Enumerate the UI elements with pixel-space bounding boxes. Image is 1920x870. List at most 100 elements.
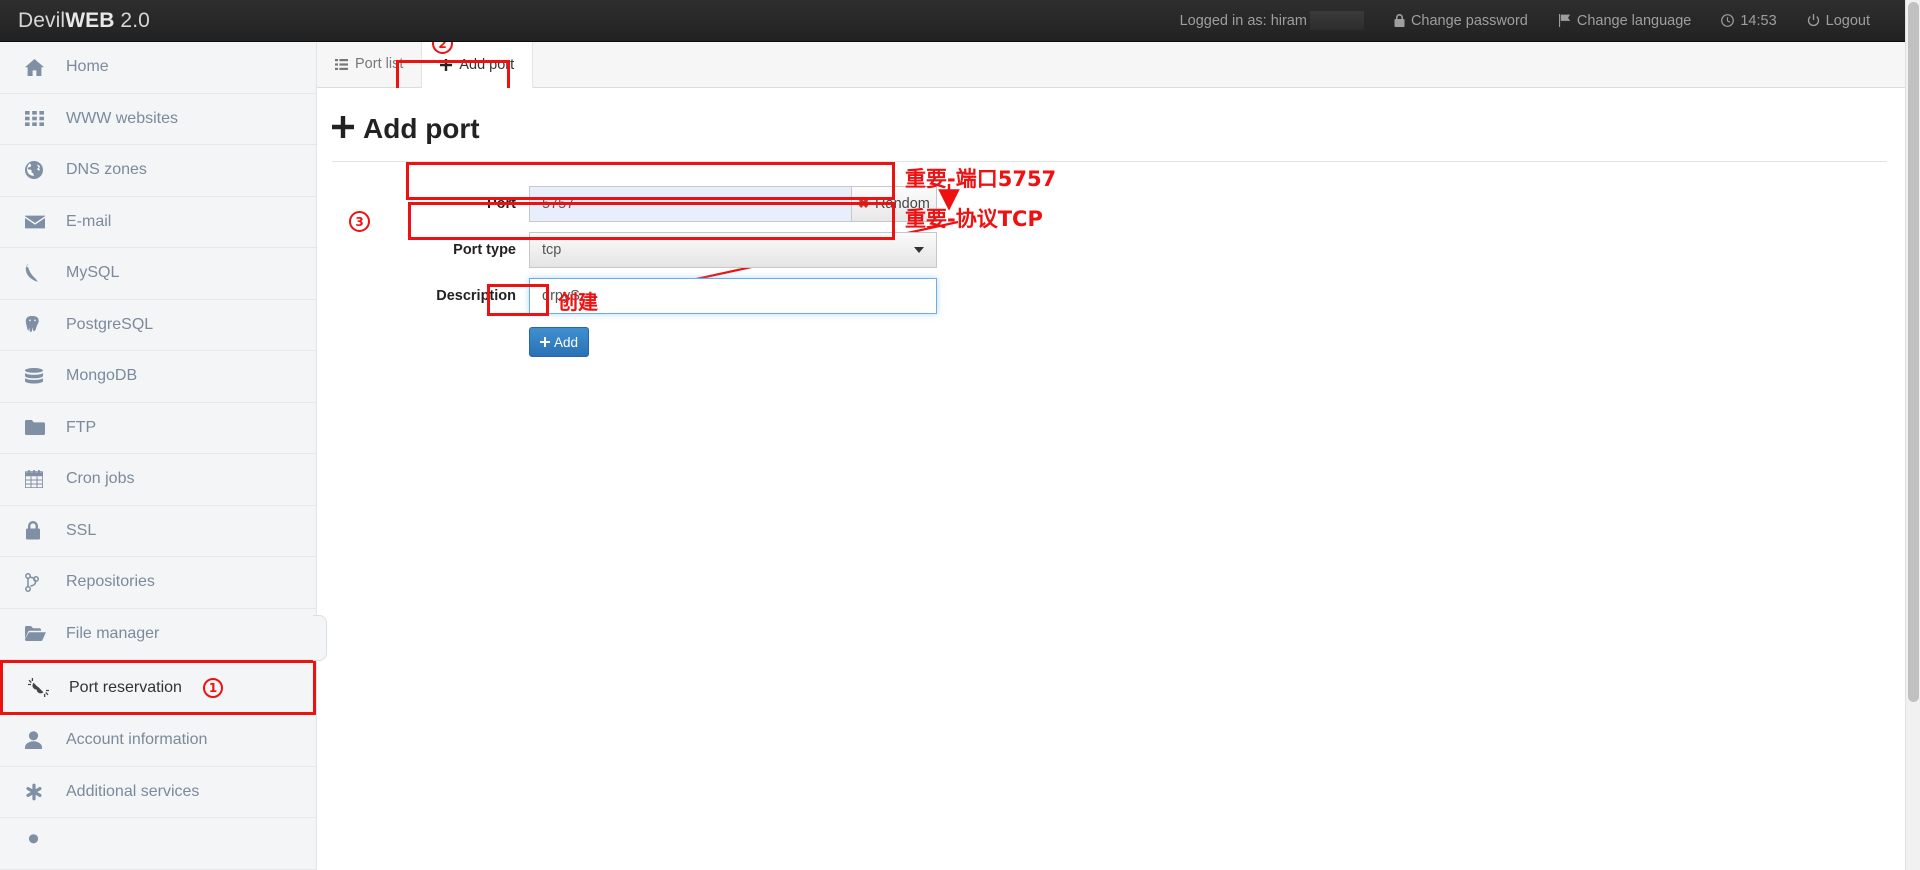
page-title: Add port — [317, 88, 1905, 161]
flag-icon — [1558, 14, 1571, 27]
globe-icon — [25, 161, 57, 180]
user-circle-icon — [25, 834, 57, 852]
annotation-tcp-note: 重要-协议TCP — [905, 207, 1043, 231]
brand-bold: WEB — [65, 8, 115, 32]
sidebar-item-email[interactable]: E-mail — [0, 196, 316, 248]
sidebar-item-partial[interactable] — [0, 818, 316, 870]
sidebar-item-mysql[interactable]: MySQL — [0, 248, 316, 300]
submit-form-row: Add — [317, 322, 1905, 362]
sidebar-item-label: File manager — [66, 624, 160, 642]
port-type-form-row: Port type tcp — [317, 230, 1905, 270]
list-icon — [335, 58, 348, 70]
sidebar-item-label: SSL — [66, 521, 97, 539]
power-icon — [1807, 14, 1820, 27]
page-scrollbar[interactable] — [1905, 0, 1920, 870]
sidebar-item-label: WWW websites — [66, 109, 178, 127]
step-badge-1: 1 — [203, 677, 223, 698]
brand-prefix: Devil — [18, 8, 66, 32]
sidebar-item-account-information[interactable]: Account information — [0, 715, 316, 767]
change-language-link[interactable]: Change language — [1543, 0, 1707, 42]
logged-in-user-label: Logged in as: hiram — [1165, 0, 1379, 42]
sidebar-item-repositories[interactable]: Repositories — [0, 557, 316, 609]
sidebar-item-label: Additional services — [66, 782, 200, 800]
sidebar-item-postgresql[interactable]: PostgreSQL — [0, 299, 316, 351]
folder-open-icon — [25, 626, 57, 642]
sidebar-item-ftp[interactable]: FTP — [0, 402, 316, 454]
tab-port-list-label: Port list — [355, 56, 404, 72]
sidebar-item-label: Home — [66, 58, 109, 76]
change-password-link[interactable]: Change password — [1379, 0, 1543, 42]
main-content-area: Port list Add port 2 Add port Port 5757 … — [317, 42, 1905, 870]
close-icon: ✖ — [858, 196, 870, 211]
sidebar-item-label: PostgreSQL — [66, 315, 154, 333]
port-type-value: tcp — [542, 242, 562, 258]
sidebar-item-additional-services[interactable]: Additional services — [0, 766, 316, 818]
sidebar-item-label: Account information — [66, 731, 208, 749]
top-header-bar: DevilWEB 2.0 Logged in as: hiram Change … — [0, 0, 1905, 42]
calendar-icon — [25, 470, 57, 489]
main-sidebar: Home WWW websites DNS zones E-mail MySQL… — [0, 42, 317, 870]
sidebar-item-label: DNS zones — [66, 161, 147, 179]
sidebar-item-cron-jobs[interactable]: Cron jobs — [0, 454, 316, 506]
plus-icon — [539, 335, 550, 350]
redacted-username-block — [1309, 11, 1364, 30]
sidebar-item-label: Repositories — [66, 573, 155, 591]
step-badge-3: 3 — [349, 211, 370, 232]
home-icon — [25, 58, 57, 76]
sidebar-item-www-websites[interactable]: WWW websites — [0, 93, 316, 145]
tab-add-port-label: Add port — [459, 56, 515, 73]
logged-in-text: Logged in as: hiram — [1179, 12, 1307, 29]
brand-version: 2.0 — [114, 8, 150, 32]
annotation-port-note: 重要-端口5757 — [905, 167, 1057, 191]
sidebar-item-label: MySQL — [66, 264, 120, 282]
page-title-label: Add port — [363, 113, 480, 144]
port-type-select[interactable]: tcp — [529, 232, 937, 268]
app-brand-logo[interactable]: DevilWEB 2.0 — [0, 9, 150, 33]
annotation-create-note: 创建 — [558, 290, 598, 314]
sidebar-item-dns-zones[interactable]: DNS zones — [0, 145, 316, 197]
folder-icon — [25, 420, 57, 436]
code-branch-icon — [25, 572, 57, 592]
sidebar-item-port-reservation[interactable]: Port reservation 1 — [0, 660, 316, 715]
top-navigation: Logged in as: hiram Change password Chan… — [1165, 0, 1905, 42]
tab-port-list[interactable]: Port list — [317, 42, 423, 87]
lock-icon — [25, 521, 57, 540]
sidebar-item-label: E-mail — [66, 212, 112, 230]
server-time: 14:53 — [1706, 0, 1791, 42]
port-form-row: Port 5757 ✖ Random — [317, 184, 1905, 224]
port-input[interactable]: 5757 — [529, 186, 852, 222]
grid-icon — [25, 111, 57, 127]
sidebar-item-label: Port reservation — [69, 678, 182, 696]
add-button[interactable]: Add — [529, 327, 589, 357]
description-form-row: Description drpyS — [317, 276, 1905, 316]
add-port-form: Port 5757 ✖ Random Port type tcp Descrip… — [317, 162, 1905, 362]
sidebar-collapse-handle[interactable] — [313, 615, 327, 661]
port-type-label: Port type — [445, 232, 529, 268]
sidebar-item-label: MongoDB — [66, 367, 138, 385]
database-icon — [25, 367, 57, 385]
chevron-down-icon — [914, 247, 924, 253]
content-tab-strip: Port list Add port 2 — [317, 42, 1905, 88]
scrollbar-thumb[interactable] — [1908, 2, 1919, 702]
plus-icon — [440, 58, 453, 71]
asterisk-icon — [25, 783, 57, 801]
server-time-label: 14:53 — [1740, 12, 1777, 29]
sidebar-item-mongodb[interactable]: MongoDB — [0, 351, 316, 403]
plug-icon — [28, 678, 60, 697]
description-label: Description — [436, 288, 516, 304]
logout-label: Logout — [1825, 12, 1870, 29]
elephant-icon — [25, 315, 57, 334]
add-button-label: Add — [553, 334, 579, 350]
sidebar-item-home[interactable]: Home — [0, 42, 316, 94]
port-label: Port — [445, 186, 529, 222]
lock-icon — [1394, 14, 1405, 27]
logout-link[interactable]: Logout — [1792, 0, 1885, 42]
sidebar-item-label: Cron jobs — [66, 470, 135, 488]
change-password-label: Change password — [1410, 12, 1528, 29]
sidebar-item-file-manager[interactable]: File manager — [0, 608, 316, 660]
clock-icon — [1721, 14, 1735, 27]
change-language-label: Change language — [1576, 12, 1692, 29]
sidebar-item-ssl[interactable]: SSL — [0, 505, 316, 557]
user-icon — [25, 731, 57, 750]
envelope-icon — [25, 215, 57, 229]
